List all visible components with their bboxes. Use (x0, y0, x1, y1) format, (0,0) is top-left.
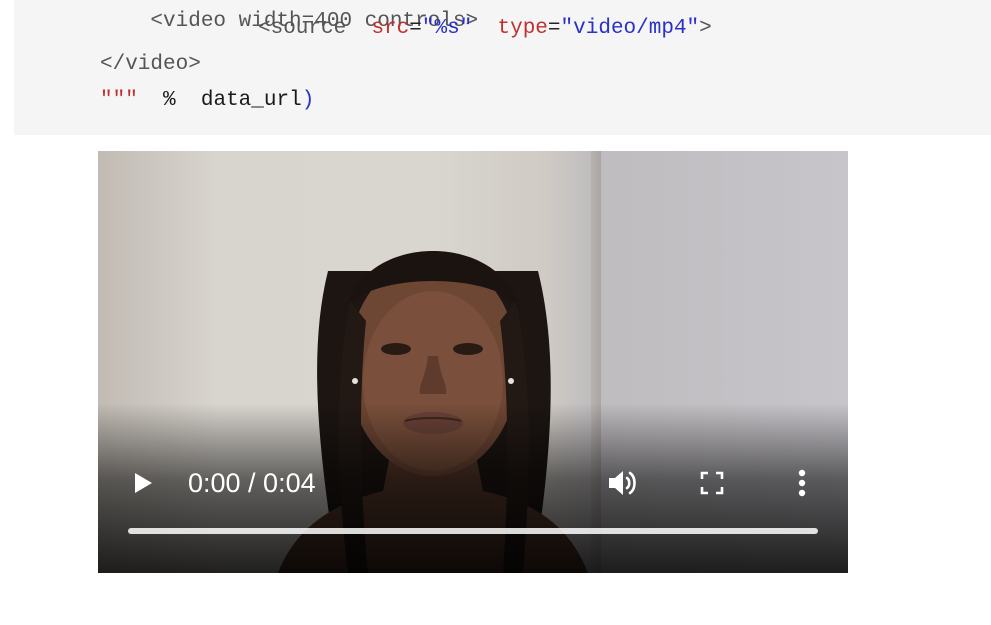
video-player[interactable]: 0:00 / 0:04 (98, 151, 848, 573)
percent-operator: % (163, 89, 176, 112)
more-options-icon[interactable] (792, 467, 812, 499)
type-value: "video/mp4" (560, 17, 700, 40)
code-line-format: """ % data_url) (100, 89, 314, 113)
time-display: 0:00 / 0:04 (188, 468, 316, 498)
close-paren: ) (301, 89, 315, 112)
code-line-video-close: </video> (100, 53, 201, 77)
source-close-angle: > (699, 17, 712, 40)
type-attr: type (497, 17, 548, 40)
src-value: "%s" (421, 17, 473, 40)
play-icon[interactable] (128, 467, 158, 499)
variable-data-url: data_url (200, 89, 302, 112)
volume-icon[interactable] (606, 467, 640, 499)
src-attr: src (371, 17, 410, 40)
source-tag: <source (258, 17, 347, 40)
triple-quote: """ (100, 89, 138, 112)
progress-bar[interactable] (128, 528, 818, 534)
code-line-source: <source src="%s" type="video/mp4"> (258, 17, 712, 40)
code-block: <video width=400 controls> <source src="… (14, 0, 991, 135)
fullscreen-icon[interactable] (699, 470, 725, 496)
video-close-tag: </video> (100, 53, 201, 76)
